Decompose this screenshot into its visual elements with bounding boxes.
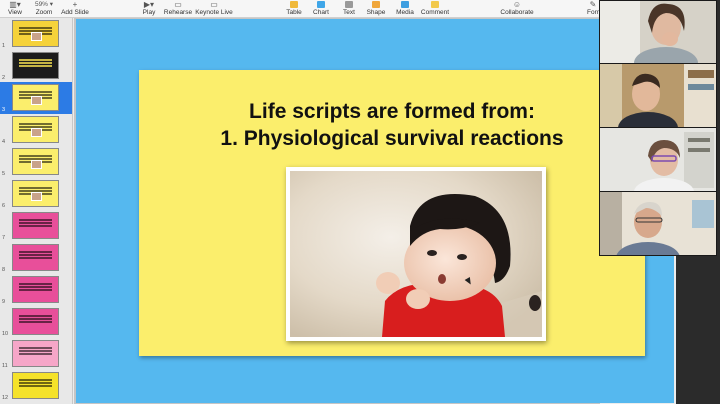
- slide-number: 4: [2, 139, 6, 145]
- add-slide-button[interactable]: + Add Slide: [60, 0, 90, 18]
- slide-preview-picture: [31, 192, 42, 201]
- view-button[interactable]: ▥▾ View: [2, 0, 28, 18]
- slide-preview: [12, 84, 59, 111]
- participant-video: [600, 64, 716, 127]
- video-tile-2[interactable]: [599, 63, 717, 128]
- slide-number: 8: [2, 267, 6, 273]
- participant-video: [600, 1, 716, 64]
- slide-number: 6: [2, 203, 6, 209]
- comment-button[interactable]: Comment: [420, 0, 450, 18]
- media-button[interactable]: Media: [393, 0, 417, 18]
- slide-photo[interactable]: [286, 167, 546, 341]
- slide-preview-picture: [31, 32, 42, 41]
- chart-button[interactable]: Chart: [310, 0, 332, 18]
- slide-number: 12: [2, 395, 9, 401]
- keynote-window: ▥▾ View 59% ▾ Zoom + Add Slide ▶▾ Play ▭…: [0, 0, 720, 404]
- zoom-button[interactable]: 59% ▾ Zoom: [30, 0, 58, 18]
- shape-icon: [364, 0, 388, 9]
- slide-preview: [12, 212, 59, 239]
- text-button[interactable]: Text: [338, 0, 360, 18]
- slide-thumbnail-12[interactable]: 12: [0, 370, 72, 402]
- participant-video: [600, 128, 716, 191]
- slide-thumbnail-10[interactable]: 10: [0, 306, 72, 338]
- table-icon: [283, 0, 305, 9]
- slide-preview: [12, 276, 59, 303]
- slide-preview: [12, 244, 59, 271]
- slide-thumbnail-1[interactable]: 1: [0, 18, 72, 50]
- zoom-value: 59% ▾: [34, 1, 54, 8]
- slide-thumbnail-3[interactable]: 3: [0, 82, 72, 114]
- slide-thumbnail-7[interactable]: 7: [0, 210, 72, 242]
- slide-number: 3: [2, 107, 6, 113]
- slide-title-line-1[interactable]: Life scripts are formed from:: [139, 100, 645, 124]
- participant-video: [600, 192, 716, 255]
- slide-content-panel: Life scripts are formed from: 1. Physiol…: [139, 70, 645, 356]
- video-tile-4[interactable]: [599, 191, 717, 256]
- shape-button[interactable]: Shape: [364, 0, 388, 18]
- slide-title-line-2[interactable]: 1. Physiological survival reactions: [139, 127, 645, 151]
- play-icon: ▶▾: [143, 0, 155, 9]
- slide-thumbnail-5[interactable]: 5: [0, 146, 72, 178]
- slide-preview: [12, 340, 59, 367]
- slide-preview: [12, 148, 59, 175]
- plus-icon: +: [72, 0, 78, 9]
- chart-icon: [310, 0, 332, 9]
- slide-number: 2: [2, 75, 6, 81]
- slide-thumbnail-8[interactable]: 8: [0, 242, 72, 274]
- rehearse-button[interactable]: ▭ Rehearse: [162, 0, 194, 18]
- baby-photo: [290, 171, 542, 337]
- slide-preview: [12, 180, 59, 207]
- slide-thumbnail-9[interactable]: 9: [0, 274, 72, 306]
- toolbar: ▥▾ View 59% ▾ Zoom + Add Slide ▶▾ Play ▭…: [0, 0, 600, 18]
- table-button[interactable]: Table: [283, 0, 305, 18]
- slide-navigator[interactable]: 1 2 3 4 5 6 7 8 9 10 11 12: [0, 18, 73, 404]
- keynote-live-icon: ▭: [210, 0, 218, 9]
- slide-number: 9: [2, 299, 6, 305]
- current-slide[interactable]: Life scripts are formed from: 1. Physiol…: [76, 19, 674, 403]
- slide-preview: [12, 372, 59, 399]
- collaborate-icon: ☺: [512, 0, 522, 9]
- slide-number: 10: [2, 331, 9, 337]
- text-icon: [338, 0, 360, 9]
- slide-preview: [12, 116, 59, 143]
- slide-preview: [12, 308, 59, 335]
- rehearse-icon: ▭: [174, 0, 182, 9]
- slide-number: 7: [2, 235, 6, 241]
- slide-canvas: Life scripts are formed from: 1. Physiol…: [74, 18, 674, 404]
- slide-thumbnail-4[interactable]: 4: [0, 114, 72, 146]
- video-tile-1[interactable]: [599, 0, 717, 65]
- media-icon: [393, 0, 417, 9]
- slide-preview-picture: [31, 96, 42, 105]
- slide-preview: [12, 52, 59, 79]
- collaborate-button[interactable]: ☺ Collaborate: [496, 0, 538, 18]
- view-icon: ▥▾: [9, 0, 21, 9]
- slide-thumbnail-11[interactable]: 11: [0, 338, 72, 370]
- slide-thumbnail-2[interactable]: 2: [0, 50, 72, 82]
- slide-number: 11: [2, 363, 8, 369]
- slide-number: 1: [2, 43, 6, 49]
- slide-preview-picture: [31, 160, 42, 169]
- format-button[interactable]: ✎ Forr: [586, 0, 600, 18]
- keynote-live-button[interactable]: ▭ Keynote Live: [195, 0, 233, 18]
- slide-preview: [12, 20, 59, 47]
- video-tile-3[interactable]: [599, 127, 717, 192]
- slide-thumbnail-6[interactable]: 6: [0, 178, 72, 210]
- slide-number: 5: [2, 171, 6, 177]
- format-icon: ✎: [589, 0, 597, 9]
- comment-icon: [420, 0, 450, 9]
- play-button[interactable]: ▶▾ Play: [138, 0, 160, 18]
- slide-preview-picture: [31, 128, 42, 137]
